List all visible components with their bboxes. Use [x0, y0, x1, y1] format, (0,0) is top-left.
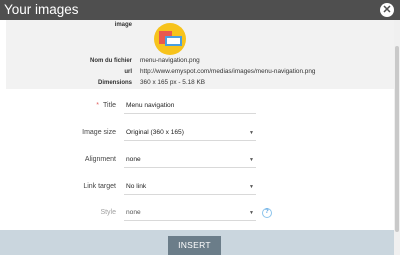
chevron-down-icon: ▼: [249, 210, 254, 216]
dialog-title: Your images: [4, 2, 79, 17]
image-label: image: [114, 22, 132, 28]
dimensions-value: 360 x 165 px - 5.18 KB: [140, 79, 206, 86]
title-label-text: Title: [103, 102, 116, 109]
filename-value: menu-navigation.png: [140, 57, 200, 64]
close-icon[interactable]: ✕: [380, 3, 394, 17]
link-target-value: No link: [126, 183, 147, 190]
image-thumbnail: [154, 23, 186, 55]
alignment-select[interactable]: none ▼: [124, 152, 256, 168]
image-properties-form: * Title Menu navigation Image size Origin…: [6, 89, 394, 230]
dialog-titlebar: Your images ✕: [0, 0, 400, 20]
style-value: none: [126, 209, 141, 216]
style-row: Style none ▼ ?: [6, 205, 394, 221]
alignment-row: Alignment none ▼: [6, 152, 394, 168]
image-preview-icon: [159, 31, 182, 46]
chevron-down-icon: ▼: [249, 130, 254, 136]
image-size-row: Image size Original (360 x 165) ▼: [6, 125, 394, 141]
alignment-label: Alignment: [84, 156, 116, 163]
title-label: * Title: [6, 102, 116, 109]
image-size-value: Original (360 x 165): [126, 129, 184, 136]
style-label: Style: [100, 209, 116, 216]
image-size-select[interactable]: Original (360 x 165) ▼: [124, 125, 256, 141]
alignment-value: none: [126, 156, 141, 163]
dimensions-label: Dimensions: [97, 80, 132, 86]
scrollbar[interactable]: [394, 20, 400, 255]
url-label: url: [124, 69, 132, 75]
filename-label: Nom du fichier: [89, 58, 132, 64]
required-marker: *: [96, 102, 100, 109]
image-info-panel: image Nom du fichier menu-navigation.png…: [6, 20, 394, 89]
dialog-footer: INSERT: [0, 230, 394, 255]
style-select[interactable]: none ▼: [124, 205, 256, 221]
title-row: * Title Menu navigation: [6, 98, 394, 114]
help-icon[interactable]: ?: [262, 208, 272, 218]
chevron-down-icon: ▼: [249, 157, 254, 163]
link-target-row: Link target No link ▼: [6, 179, 394, 195]
scrollbar-thumb[interactable]: [395, 46, 399, 232]
link-target-label: Link target: [83, 183, 116, 190]
chevron-down-icon: ▼: [249, 184, 254, 190]
insert-button[interactable]: INSERT: [168, 236, 221, 255]
url-value: http://www.emyspot.com/medias/images/men…: [140, 68, 316, 75]
image-size-label: Image size: [82, 129, 116, 136]
link-target-select[interactable]: No link ▼: [124, 179, 256, 195]
title-input[interactable]: Menu navigation: [124, 98, 256, 114]
